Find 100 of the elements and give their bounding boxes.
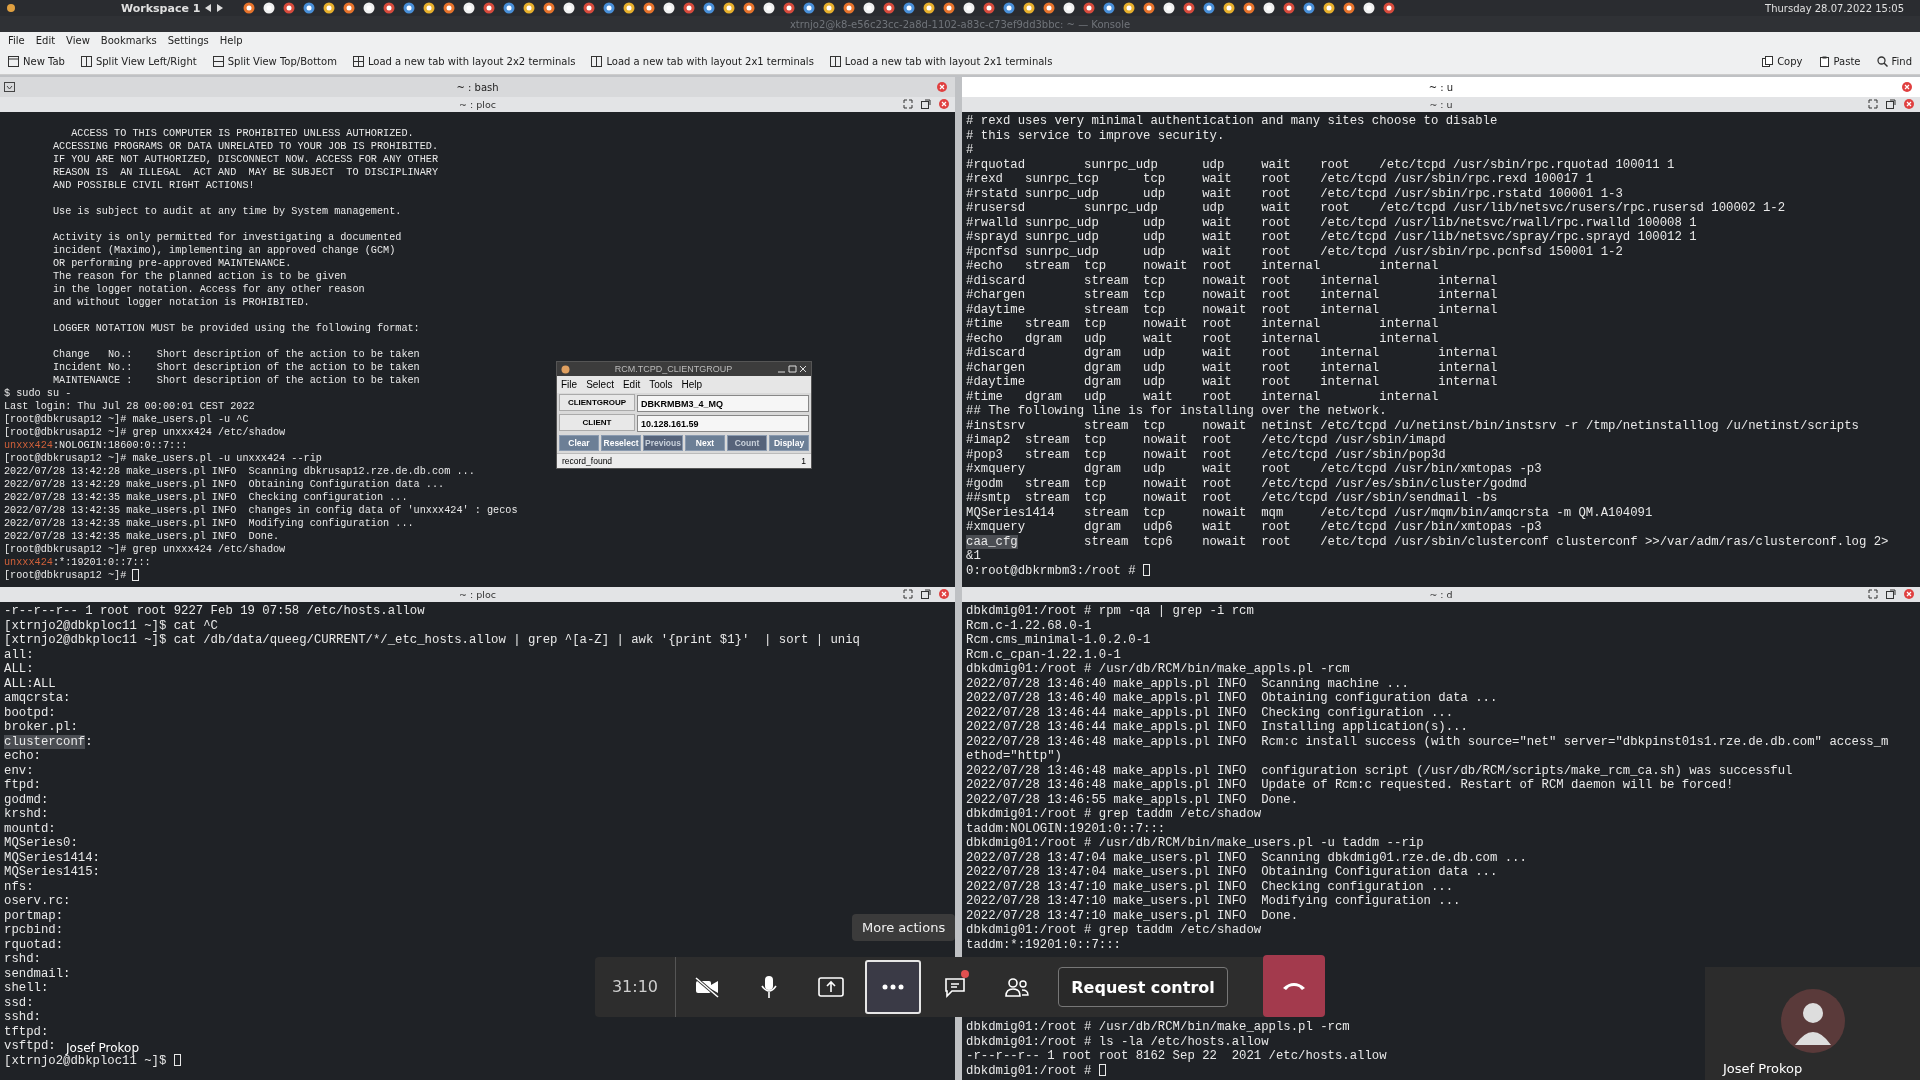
app-icon[interactable]	[463, 2, 476, 14]
app-icon[interactable]	[1363, 2, 1376, 14]
close-icon[interactable]	[939, 99, 949, 109]
app-icon[interactable]	[1283, 2, 1296, 14]
terminal-output[interactable]	[962, 602, 1920, 1080]
field-label-button[interactable]: CLIENT	[559, 414, 635, 431]
menu-item[interactable]: Edit	[622, 379, 641, 390]
close-icon[interactable]	[1904, 99, 1914, 109]
app-icon[interactable]	[1043, 2, 1056, 14]
field-label-button[interactable]: CLIENTGROUP	[559, 394, 635, 411]
close-icon[interactable]	[1902, 82, 1912, 92]
maximize-icon[interactable]	[1868, 99, 1878, 109]
app-icon[interactable]	[1063, 2, 1076, 14]
app-icon[interactable]	[903, 2, 916, 14]
app-icon[interactable]	[303, 2, 316, 14]
dialog-button[interactable]: Display	[769, 435, 809, 451]
app-icon[interactable]	[763, 2, 776, 14]
terminal-tab[interactable]: ~ : bash	[0, 77, 955, 97]
app-icon[interactable]	[443, 2, 456, 14]
app-icon[interactable]	[1143, 2, 1156, 14]
maximize-icon[interactable]	[1868, 589, 1878, 599]
app-icon[interactable]	[1083, 2, 1096, 14]
tab-menu-icon[interactable]	[4, 82, 15, 92]
app-icon[interactable]	[403, 2, 416, 14]
window-controls-icon[interactable]	[777, 365, 807, 373]
app-icon[interactable]	[283, 2, 296, 14]
toolbar-button[interactable]: Load a new tab with layout 2x1 terminals	[825, 53, 1057, 69]
app-icon[interactable]	[803, 2, 816, 14]
menu-item[interactable]: File	[8, 34, 25, 46]
app-icon[interactable]	[1303, 2, 1316, 14]
app-icon[interactable]	[483, 2, 496, 14]
menu-item[interactable]: Help	[681, 379, 703, 390]
input-field[interactable]: 10.128.161.59	[637, 415, 809, 432]
app-icon[interactable]	[423, 2, 436, 14]
call-control-button[interactable]	[865, 960, 921, 1014]
app-icon[interactable]	[1203, 2, 1216, 14]
toolbar-button[interactable]: Copy	[1758, 53, 1807, 69]
terminal-tab[interactable]: ~ : u	[962, 77, 1920, 97]
close-icon[interactable]	[1904, 589, 1914, 599]
app-icon[interactable]	[543, 2, 556, 14]
menu-icon[interactable]	[6, 3, 16, 13]
detach-icon[interactable]	[1886, 589, 1896, 599]
app-icon[interactable]	[1103, 2, 1116, 14]
menu-item[interactable]: Bookmarks	[100, 34, 157, 46]
request-control-button[interactable]: Request control	[1058, 967, 1228, 1007]
app-icon[interactable]	[1243, 2, 1256, 14]
app-icon[interactable]	[343, 2, 356, 14]
toolbar-button[interactable]: Split View Top/Bottom	[208, 53, 341, 69]
app-icon[interactable]	[923, 2, 936, 14]
app-icon[interactable]	[1183, 2, 1196, 14]
dialog-button[interactable]: Next	[685, 435, 725, 451]
app-icon[interactable]	[503, 2, 516, 14]
input-field[interactable]: DBKRMBM3_4_MQ	[637, 395, 809, 412]
app-icon[interactable]	[983, 2, 996, 14]
app-icon[interactable]	[1263, 2, 1276, 14]
app-icon[interactable]	[963, 2, 976, 14]
app-icon[interactable]	[823, 2, 836, 14]
toolbar-button[interactable]: Split View Left/Right	[76, 53, 201, 69]
app-icon[interactable]	[383, 2, 396, 14]
app-icon[interactable]	[603, 2, 616, 14]
app-icon[interactable]	[1343, 2, 1356, 14]
app-icon[interactable]	[1023, 2, 1036, 14]
app-icon[interactable]	[863, 2, 876, 14]
app-icon[interactable]	[663, 2, 676, 14]
app-icon[interactable]	[843, 2, 856, 14]
next-icon[interactable]	[217, 4, 225, 12]
toolbar-button[interactable]: Find	[1872, 53, 1916, 69]
previous-icon[interactable]	[205, 4, 213, 12]
app-icon[interactable]	[363, 2, 376, 14]
detach-icon[interactable]	[1886, 99, 1896, 109]
app-icon[interactable]	[703, 2, 716, 14]
workspace-label[interactable]: Workspace 1	[121, 1, 201, 15]
terminal-output[interactable]	[962, 112, 1920, 587]
dialog-button[interactable]: Clear	[559, 435, 599, 451]
app-icon[interactable]	[563, 2, 576, 14]
toolbar-button[interactable]: Paste	[1814, 53, 1865, 69]
app-icon[interactable]	[263, 2, 276, 14]
menu-item[interactable]: File	[561, 379, 578, 390]
app-icon[interactable]	[943, 2, 956, 14]
app-icon[interactable]	[1323, 2, 1336, 14]
app-icon[interactable]	[1383, 2, 1396, 14]
app-icon[interactable]	[883, 2, 896, 14]
toolbar-button[interactable]: New Tab	[4, 53, 69, 69]
maximize-icon[interactable]	[903, 589, 913, 599]
dialog-button[interactable]: Reselect	[601, 435, 641, 451]
app-icon[interactable]	[523, 2, 536, 14]
toolbar-button[interactable]: Load a new tab with layout 2x2 terminals	[348, 53, 580, 69]
app-icon[interactable]	[1163, 2, 1176, 14]
close-icon[interactable]	[937, 82, 947, 92]
menu-item[interactable]: Tools	[649, 379, 673, 390]
app-icon[interactable]	[1003, 2, 1016, 14]
maximize-icon[interactable]	[903, 99, 913, 109]
app-icon[interactable]	[743, 2, 756, 14]
app-icon[interactable]	[323, 2, 336, 14]
detach-icon[interactable]	[921, 589, 931, 599]
app-icon[interactable]	[783, 2, 796, 14]
app-icon[interactable]	[1123, 2, 1136, 14]
menu-item[interactable]: Settings	[167, 34, 209, 46]
menu-item[interactable]: Edit	[35, 34, 56, 46]
close-icon[interactable]	[939, 589, 949, 599]
